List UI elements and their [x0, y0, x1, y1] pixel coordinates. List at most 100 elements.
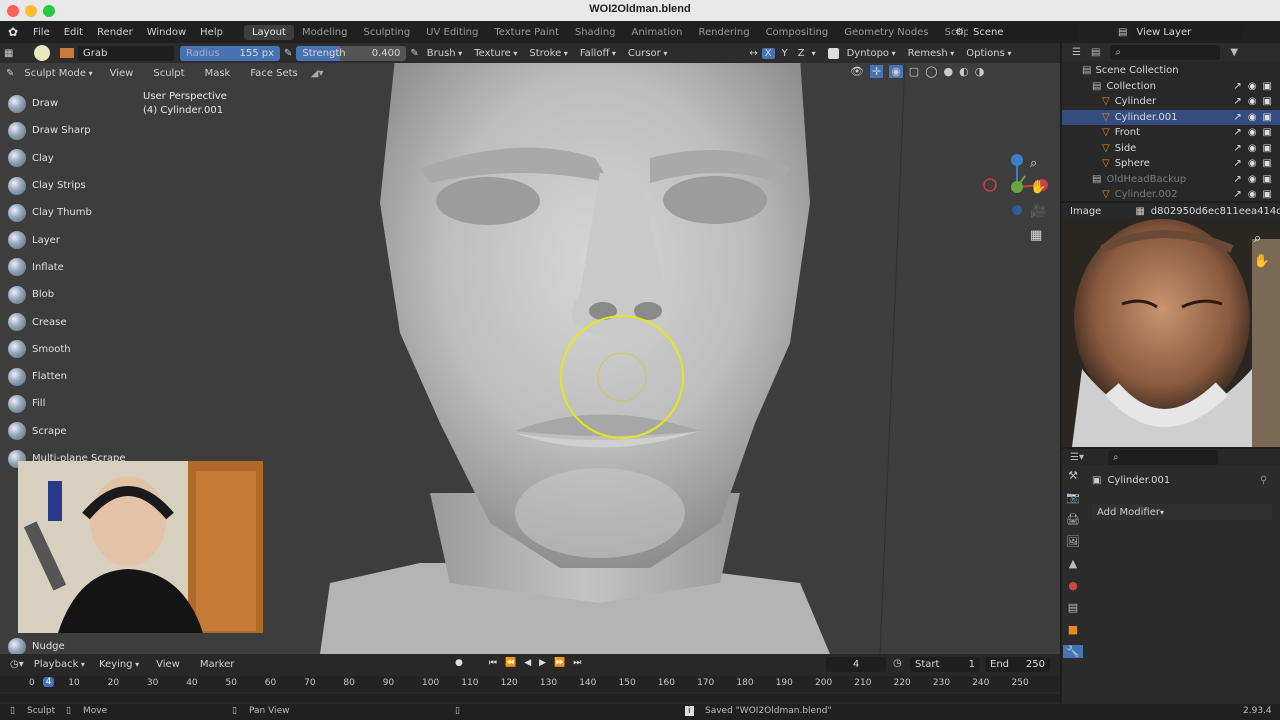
menu-file[interactable]: File — [26, 27, 57, 38]
outliner-row[interactable]: ▽ Front ↗ ◉ ▣ — [1062, 125, 1280, 141]
stroke-menu[interactable]: Stroke — [525, 48, 571, 59]
tab-rendering[interactable]: Rendering — [690, 25, 757, 40]
options-menu[interactable]: Options — [962, 48, 1015, 59]
view-layer-icon[interactable]: ▤ — [1118, 27, 1127, 38]
ortho-toggle-icon[interactable]: ▦ — [1030, 228, 1046, 243]
menu-window[interactable]: Window — [140, 27, 193, 38]
timeline-scrollbar[interactable] — [0, 694, 1060, 702]
mode-selector[interactable]: Sculpt Mode — [20, 68, 96, 79]
outliner-editor-icon[interactable]: ☰ — [1072, 47, 1081, 58]
tab-texture-paint[interactable]: Texture Paint — [486, 25, 567, 40]
menu-mask[interactable]: Mask — [198, 68, 238, 79]
record-icon[interactable]: ● — [455, 658, 463, 668]
tab-modeling[interactable]: Modeling — [294, 25, 356, 40]
tool-smooth[interactable]: Smooth — [8, 336, 126, 363]
material-shading-icon[interactable]: ◐ — [959, 65, 969, 78]
select-toggle-icon[interactable]: ↗ — [1233, 174, 1241, 185]
tool-settings-tab-icon[interactable]: ⚒ — [1068, 469, 1078, 482]
menu-sculpt[interactable]: Sculpt — [146, 68, 191, 79]
playback-menu[interactable]: Playback — [30, 659, 89, 670]
tool-blob[interactable]: Blob — [8, 281, 126, 308]
add-modifier-dropdown[interactable]: Add Modifier — [1092, 504, 1272, 520]
radius-slider[interactable]: Radius 155 px — [180, 45, 280, 61]
outliner-row[interactable]: ▽ Cylinder ↗ ◉ ▣ — [1062, 94, 1280, 110]
camera-toggle-icon[interactable]: ▣ — [1263, 112, 1272, 123]
sculpt-mode-icon[interactable]: ✎ — [6, 68, 14, 79]
eye-icon[interactable]: ◉ — [1248, 174, 1257, 185]
brush-preview-icon[interactable] — [34, 45, 50, 61]
symmetry-dropdown-icon[interactable]: ▾ — [812, 49, 816, 58]
tab-layout[interactable]: Layout — [243, 24, 294, 40]
outliner-row[interactable]: ▤ OldHeadBackup ↗ ◉ ▣ — [1062, 172, 1280, 188]
tool-fill[interactable]: Fill — [8, 390, 126, 417]
cursor-menu[interactable]: Cursor — [624, 48, 671, 59]
tool-clay-strips[interactable]: Clay Strips — [8, 172, 126, 199]
view-layer-tab-icon[interactable]: 🖼 — [1066, 535, 1080, 548]
camera-toggle-icon[interactable]: ▣ — [1263, 127, 1272, 138]
camera-view-icon[interactable]: 🎥 — [1030, 204, 1046, 219]
solid-shading-icon[interactable]: ● — [944, 65, 954, 78]
brush-name-field[interactable]: Grab — [78, 45, 174, 61]
world-tab-icon[interactable]: ● — [1068, 579, 1078, 592]
eye-icon[interactable]: ◉ — [1248, 189, 1257, 200]
tool-clay[interactable]: Clay — [8, 145, 126, 172]
tab-animation[interactable]: Animation — [624, 25, 691, 40]
symmetry-icon[interactable]: ↔ — [749, 48, 757, 59]
tab-shading[interactable]: Shading — [567, 25, 624, 40]
tool-draw-sharp[interactable]: Draw Sharp — [8, 117, 126, 144]
scene-tab-icon[interactable]: ▲ — [1069, 557, 1077, 570]
strength-slider[interactable]: Strength 0.400 — [296, 45, 407, 61]
select-toggle-icon[interactable]: ↗ — [1233, 81, 1241, 92]
view-layer-selector[interactable]: View Layer — [1131, 24, 1244, 40]
outliner-visibility-toggles[interactable]: ↗ ◉ ▣ — [1233, 96, 1272, 107]
select-toggle-icon[interactable]: ↗ — [1233, 158, 1241, 169]
properties-search-input[interactable]: ⌕ — [1107, 449, 1218, 465]
scene-icon[interactable]: ⚙ — [955, 27, 964, 38]
outliner-visibility-toggles[interactable]: ↗ ◉ ▣ — [1233, 127, 1272, 138]
object-tab-icon[interactable]: ■ — [1068, 623, 1078, 636]
axis-y-toggle[interactable]: Y — [779, 48, 791, 59]
outliner-row[interactable]: ▽ Sphere ↗ ◉ ▣ — [1062, 156, 1280, 172]
render-tab-icon[interactable]: 📷 — [1066, 491, 1080, 504]
tool-layer[interactable]: Layer — [8, 226, 126, 253]
menu-render[interactable]: Render — [90, 27, 140, 38]
camera-toggle-icon[interactable]: ▣ — [1263, 96, 1272, 107]
xray-toggle-icon[interactable]: ▢ — [909, 65, 919, 78]
tab-uv-editing[interactable]: UV Editing — [418, 25, 486, 40]
image-editor-label[interactable]: Image — [1070, 206, 1101, 217]
tool-crease[interactable]: Crease — [8, 308, 126, 335]
outliner-display-mode-icon[interactable]: ▤ — [1091, 47, 1100, 58]
properties-editor-icon[interactable]: ☰▾ — [1070, 452, 1084, 463]
brush-menu[interactable]: Brush — [423, 48, 466, 59]
gizmo-toggle-icon[interactable]: ✛ — [869, 65, 884, 78]
image-browse-icon[interactable]: ▦ — [1135, 206, 1144, 217]
tab-geometry-nodes[interactable]: Geometry Nodes — [836, 25, 936, 40]
falloff-menu[interactable]: Falloff — [576, 48, 620, 59]
remesh-menu[interactable]: Remesh — [904, 48, 959, 59]
current-frame-field[interactable]: 4 — [826, 657, 886, 672]
outliner-visibility-toggles[interactable]: ↗ ◉ ▣ — [1233, 112, 1272, 123]
strength-pressure-icon[interactable]: ✎ — [410, 48, 418, 59]
eye-icon[interactable]: ◉ — [1248, 112, 1257, 123]
axis-x-toggle[interactable]: X — [761, 47, 775, 59]
select-toggle-icon[interactable]: ↗ — [1233, 112, 1241, 123]
jump-start-icon[interactable]: ⏮ — [489, 658, 497, 668]
keying-menu[interactable]: Keying — [95, 659, 143, 670]
image-pan-icon[interactable]: ✋ — [1254, 254, 1270, 269]
menu-help[interactable]: Help — [193, 27, 230, 38]
preview-range-icon[interactable]: ◷ — [893, 658, 902, 669]
tool-scrape[interactable]: Scrape — [8, 418, 126, 445]
marker-menu[interactable]: Marker — [193, 659, 242, 670]
timeline-editor-icon[interactable]: ◷▾ — [10, 659, 24, 670]
outliner-row[interactable]: ▽ Cylinder.001 ↗ ◉ ▣ — [1062, 109, 1280, 125]
zoom-icon[interactable]: ⌕ — [1030, 156, 1046, 171]
outliner-visibility-toggles[interactable]: ↗ ◉ ▣ — [1233, 189, 1272, 200]
select-toggle-icon[interactable]: ↗ — [1233, 96, 1241, 107]
tool-flatten[interactable]: Flatten — [8, 363, 126, 390]
end-frame-field[interactable]: End 250 — [985, 657, 1050, 672]
face-sets-extra-icon[interactable]: ◢▾ — [311, 68, 324, 79]
pressure-icon[interactable]: ✎ — [284, 48, 292, 59]
wireframe-shading-icon[interactable]: ◯ — [925, 65, 937, 78]
select-toggle-icon[interactable]: ↗ — [1233, 189, 1241, 200]
timeline-view-menu[interactable]: View — [149, 659, 187, 670]
